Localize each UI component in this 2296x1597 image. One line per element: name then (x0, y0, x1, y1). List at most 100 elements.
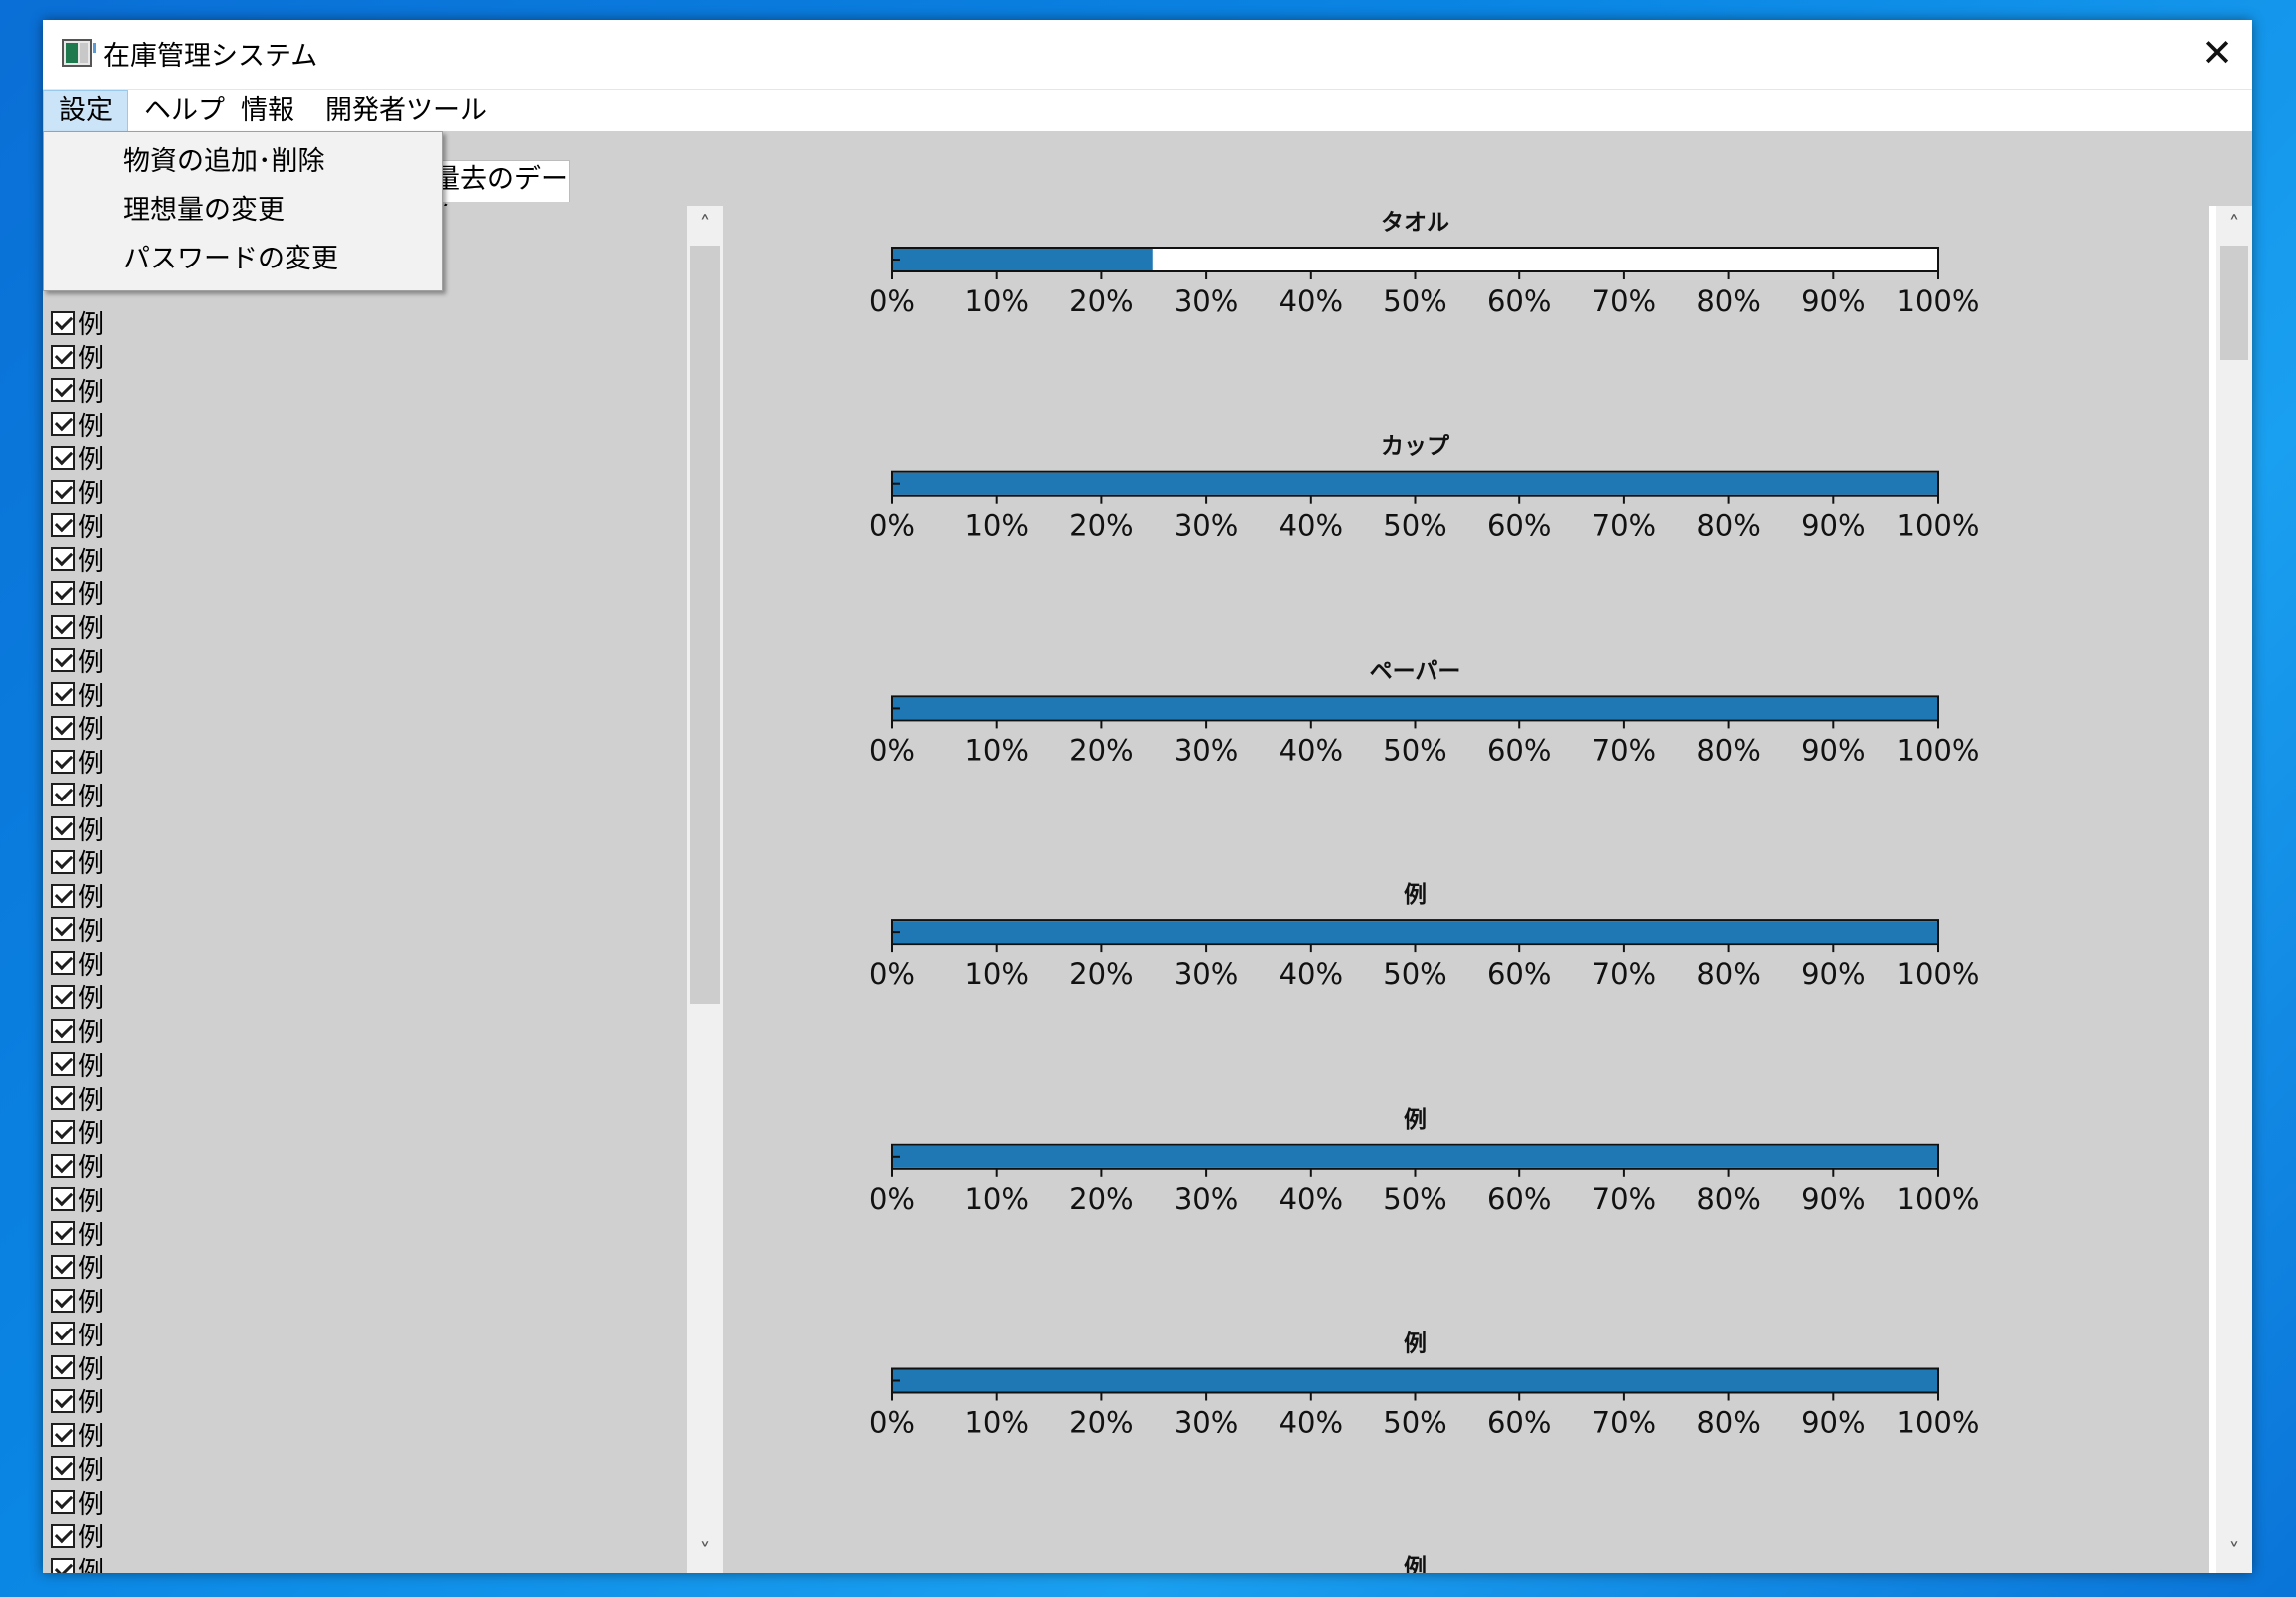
checkbox[interactable] (51, 1355, 75, 1380)
tab-past-data[interactable]: 量去のデータ (422, 160, 570, 233)
checkbox[interactable] (51, 984, 75, 1009)
menu-help[interactable]: ヘルプ (144, 90, 225, 132)
right-scroll-thumb[interactable] (2220, 246, 2248, 360)
checklist-item[interactable]: 例 (51, 306, 104, 340)
checklist-item[interactable]: 例 (51, 711, 104, 745)
checklist-item[interactable]: 例 (51, 1014, 104, 1048)
checklist-item[interactable]: 例 (51, 946, 104, 981)
checkbox[interactable] (51, 816, 75, 841)
checklist-item[interactable]: 例 (51, 1553, 104, 1573)
checklist-item[interactable]: 例 (51, 1485, 104, 1520)
checkbox[interactable] (51, 1288, 75, 1313)
checklist-item[interactable]: 例 (51, 1250, 104, 1284)
menu-settings[interactable]: 設定 (43, 90, 128, 132)
x-tick-label: 100% (1897, 284, 1980, 318)
checkbox[interactable] (51, 849, 75, 874)
menu-item-change-ideal-amount[interactable]: 理想量の変更 (123, 191, 285, 231)
checkbox[interactable] (51, 445, 75, 470)
right-scrollbar[interactable]: ˄ ˅ (2216, 206, 2252, 1573)
checkbox[interactable] (51, 1490, 75, 1515)
checkbox[interactable] (51, 749, 75, 774)
scroll-up-icon[interactable]: ˄ (2216, 208, 2252, 244)
checklist-item[interactable]: 例 (51, 1149, 104, 1183)
checklist-item[interactable]: 例 (51, 1519, 104, 1553)
checklist-item[interactable]: 例 (51, 779, 104, 812)
checklist-item[interactable]: 例 (51, 1350, 104, 1385)
checklist-item[interactable]: 例 (51, 1115, 104, 1149)
checkbox[interactable] (51, 1254, 75, 1279)
checkbox[interactable] (51, 648, 75, 673)
checklist-item[interactable]: 例 (51, 1183, 104, 1217)
checklist-item[interactable]: 例 (51, 1418, 104, 1452)
checklist-item[interactable]: 例 (51, 1048, 104, 1082)
checklist-item[interactable]: 例 (51, 576, 104, 610)
checkbox[interactable] (51, 883, 75, 908)
checklist-item[interactable]: 例 (51, 879, 104, 913)
left-scrollbar[interactable]: ˄ ˅ (687, 206, 723, 1573)
checklist-item[interactable]: 例 (51, 811, 104, 846)
checkbox[interactable] (51, 1187, 75, 1212)
checklist-item[interactable]: 例 (51, 475, 104, 509)
checkbox[interactable] (51, 580, 75, 605)
checkbox[interactable] (51, 951, 75, 976)
checkbox[interactable] (51, 1322, 75, 1346)
app-icon (62, 39, 96, 67)
x-tick-label: 60% (1487, 733, 1551, 767)
checkbox[interactable] (51, 547, 75, 572)
checklist-item[interactable]: 例 (51, 407, 104, 442)
close-button[interactable]: ✕ (2182, 20, 2252, 89)
left-scroll-thumb[interactable] (690, 246, 720, 1004)
checkbox[interactable] (51, 1221, 75, 1246)
checkbox[interactable] (51, 513, 75, 538)
checkbox[interactable] (51, 917, 75, 942)
checklist-item[interactable]: 例 (51, 1216, 104, 1251)
checklist-item[interactable]: 例 (51, 845, 104, 879)
checkbox[interactable] (51, 1422, 75, 1447)
checkbox[interactable] (51, 682, 75, 707)
checklist-item[interactable]: 例 (51, 509, 104, 543)
checkbox[interactable] (51, 1388, 75, 1413)
checklist-item[interactable]: 例 (51, 1081, 105, 1116)
checkbox[interactable] (51, 412, 75, 437)
menu-developer-tools[interactable]: 開発者ツール (325, 90, 487, 132)
checklist-item[interactable]: 例 (51, 913, 104, 947)
scroll-down-icon[interactable]: ˅ (687, 1535, 723, 1571)
checklist-item[interactable]: 例 (51, 542, 104, 577)
checklist-item[interactable]: 例 (51, 1452, 104, 1486)
checkbox[interactable] (51, 783, 75, 807)
checkbox[interactable] (51, 378, 75, 403)
menu-item-add-remove-supplies[interactable]: 物資の追加･削除 (123, 142, 325, 182)
checklist-item[interactable]: 例 (51, 1284, 104, 1318)
checklist-item[interactable]: 例 (51, 610, 104, 644)
checklist-item[interactable]: 例 (51, 374, 104, 408)
checkbox[interactable] (51, 1052, 75, 1077)
menu-item-change-password[interactable]: パスワードの変更 (123, 240, 338, 279)
menu-info[interactable]: 情報 (241, 90, 294, 132)
title-bar[interactable]: 在庫管理システム ✕ (43, 20, 2252, 89)
checkbox[interactable] (51, 1018, 75, 1043)
scroll-down-icon[interactable]: ˅ (2216, 1535, 2252, 1571)
checklist-item[interactable]: 例 (51, 980, 104, 1014)
x-tick-label: 60% (1487, 1182, 1551, 1216)
checklist-item[interactable]: 例 (51, 1318, 104, 1351)
checklist-item[interactable]: 例 (51, 745, 104, 779)
checklist-item[interactable]: 例 (51, 1384, 104, 1418)
checkbox[interactable] (51, 1523, 75, 1548)
checkbox[interactable] (51, 1119, 75, 1144)
checkbox[interactable] (51, 1557, 75, 1573)
checklist-item[interactable]: 例 (51, 644, 104, 678)
checkbox[interactable] (51, 1456, 75, 1481)
checkbox[interactable] (51, 1086, 75, 1111)
checkbox[interactable] (51, 310, 75, 335)
item-checklist: 例例例例例例例例例例例例例例例例例例例例例例例例例例例例例例例例例例例例例例 (51, 206, 690, 1573)
scroll-up-icon[interactable]: ˄ (687, 208, 723, 244)
checkbox[interactable] (51, 614, 75, 639)
checkbox[interactable] (51, 479, 75, 504)
checklist-item[interactable]: 例 (51, 340, 104, 374)
checklist-item[interactable]: 例 (51, 677, 104, 712)
checklist-item-label: 例 (78, 1085, 105, 1116)
checkbox[interactable] (51, 1153, 75, 1178)
checkbox[interactable] (51, 715, 75, 740)
checklist-item[interactable]: 例 (51, 441, 104, 475)
checkbox[interactable] (51, 344, 75, 369)
